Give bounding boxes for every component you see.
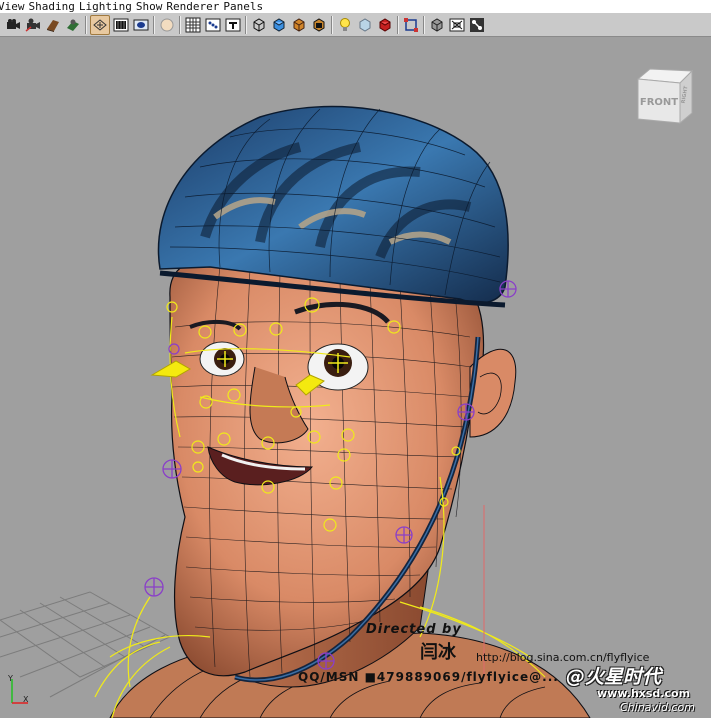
select-camera-icon[interactable] <box>90 14 110 35</box>
brand-watermark: @火星时代 <box>566 666 662 688</box>
3d-viewport[interactable]: FRONT RIGHT Y X Directed by 闫冰 http://bl… <box>0 37 711 718</box>
toolbar-separator <box>331 15 333 34</box>
qq-msn-text: QQ/MSN ■479889069/flyflyice@... <box>298 670 559 684</box>
safe-action-icon[interactable] <box>224 16 242 34</box>
menu-view[interactable]: View <box>0 0 29 13</box>
safe-title-icon[interactable] <box>250 16 268 34</box>
toolbar-separator <box>397 15 399 34</box>
smooth-shade-icon[interactable] <box>290 16 308 34</box>
film-gate-icon[interactable] <box>132 16 150 34</box>
menu-panels[interactable]: Panels <box>223 0 267 13</box>
default-lighting-icon[interactable] <box>336 16 354 34</box>
wireframe-icon[interactable] <box>270 16 288 34</box>
image-plane-icon[interactable] <box>64 16 82 34</box>
character-model[interactable] <box>0 37 711 718</box>
field-chart-icon[interactable] <box>204 16 222 34</box>
gate-mask-icon[interactable] <box>184 16 202 34</box>
toolbar-separator <box>245 15 247 34</box>
grid-icon[interactable] <box>112 16 130 34</box>
camera-attributes-icon[interactable] <box>24 16 42 34</box>
shadows-icon[interactable] <box>402 16 420 34</box>
left-eye <box>199 341 245 377</box>
directed-by-text: Directed by <box>366 622 462 637</box>
menu-lighting[interactable]: Lighting <box>79 0 136 13</box>
view-cube[interactable]: FRONT RIGHT <box>634 65 694 125</box>
site-watermark: www.hxsd.com <box>597 687 691 700</box>
panel-toolbar <box>0 13 711 37</box>
axis-y-label: Y <box>7 674 13 683</box>
axis-x-label: X <box>23 695 29 704</box>
menu-show[interactable]: Show <box>136 0 167 13</box>
xray-joints-icon[interactable] <box>468 16 486 34</box>
menu-shading[interactable]: Shading <box>29 0 79 13</box>
shade-wire-icon[interactable] <box>310 16 328 34</box>
isolate-select-icon[interactable] <box>448 16 466 34</box>
camera-icon[interactable] <box>4 16 22 34</box>
use-all-lights-icon[interactable] <box>356 16 374 34</box>
viewcube-front-label: FRONT <box>640 97 678 108</box>
textured-icon[interactable] <box>376 16 394 34</box>
menu-renderer[interactable]: Renderer <box>166 0 223 13</box>
axis-indicator: Y X <box>7 674 29 704</box>
toolbar-separator <box>153 15 155 34</box>
toolbar-separator <box>423 15 425 34</box>
toolbar-separator <box>179 15 181 34</box>
menu-bar: View Shading Lighting Show Renderer Pane… <box>0 0 711 13</box>
xray-icon[interactable] <box>428 16 446 34</box>
author-name-text: 闫冰 <box>420 642 456 663</box>
toolbar-separator <box>85 15 87 34</box>
site2-watermark: Chinavid.com <box>620 701 695 714</box>
bookmark-icon[interactable] <box>44 16 62 34</box>
resolution-gate-icon[interactable] <box>158 16 176 34</box>
